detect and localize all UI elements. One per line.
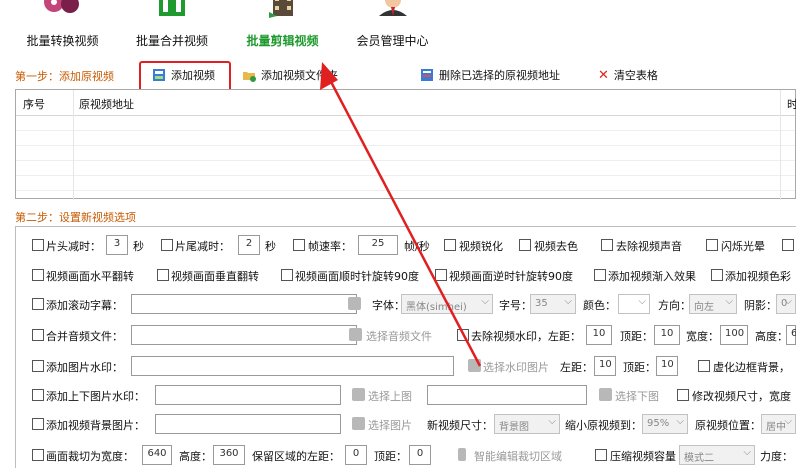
annotation-arrow [320, 62, 482, 367]
